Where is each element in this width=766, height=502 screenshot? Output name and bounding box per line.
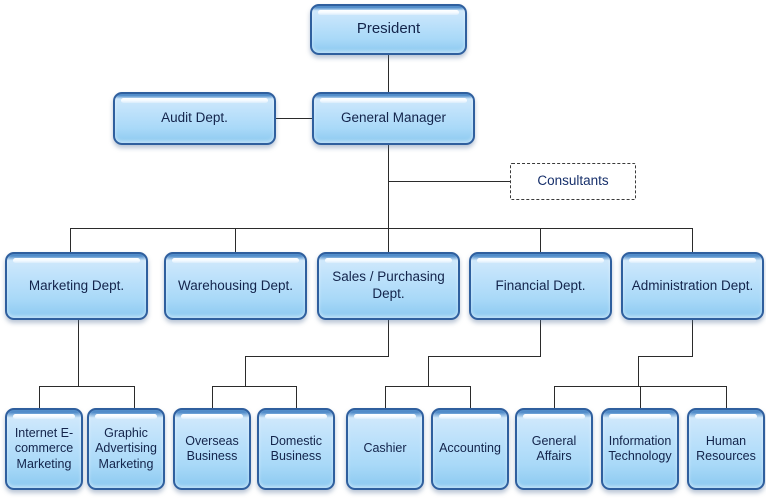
node-audit-dept-label: Audit Dept. xyxy=(161,110,228,126)
connector-drop-marketing-dept xyxy=(70,228,71,253)
connector-drop-internet-ecommerce-marketing xyxy=(39,386,40,408)
node-consultants[interactable]: Consultants xyxy=(510,163,636,200)
node-general-affairs-label: General Affairs xyxy=(531,433,577,464)
connector-sales-purchasing-dept-drop xyxy=(245,356,246,386)
connector-drop-general-affairs xyxy=(554,386,555,408)
node-human-resources[interactable]: Human Resources xyxy=(687,408,765,490)
node-sales-purchasing-dept-label: Sales / Purchasing Dept. xyxy=(332,269,445,301)
node-warehousing-dept-label: Warehousing Dept. xyxy=(177,277,294,293)
org-chart: President Audit Dept. General Manager Co… xyxy=(0,0,766,502)
node-information-technology[interactable]: Information Technology xyxy=(601,408,679,490)
connector-drop-warehousing-dept xyxy=(235,228,236,253)
connector-general-manager-to-audit-dept xyxy=(276,118,312,119)
connector-sales-purchasing-dept-stem xyxy=(388,320,389,356)
node-warehousing-dept[interactable]: Warehousing Dept. xyxy=(164,252,307,320)
node-sales-purchasing-dept[interactable]: Sales / Purchasing Dept. xyxy=(317,252,460,320)
node-consultants-label: Consultants xyxy=(537,173,609,189)
connector-sales-section-bus xyxy=(212,386,297,387)
node-financial-dept-label: Financial Dept. xyxy=(495,277,586,293)
connector-financial-dept-stem xyxy=(540,320,541,356)
connector-administration-dept-drop xyxy=(638,356,639,386)
connector-drop-human-resources xyxy=(726,386,727,408)
node-president-label: President xyxy=(356,20,421,38)
connector-financial-section-bus xyxy=(385,386,470,387)
node-administration-dept[interactable]: Administration Dept. xyxy=(621,252,764,320)
node-cashier-label: Cashier xyxy=(363,441,407,456)
connector-general-manager-to-consultants xyxy=(388,181,510,182)
connector-drop-administration-dept xyxy=(692,228,693,253)
node-human-resources-label: Human Resources xyxy=(696,433,756,464)
node-domestic-business[interactable]: Domestic Business xyxy=(257,408,335,490)
node-graphic-advertising-marketing[interactable]: Graphic Advertising Marketing xyxy=(87,408,165,490)
node-overseas-business-label: Overseas Business xyxy=(185,433,239,464)
connector-drop-cashier xyxy=(385,386,386,408)
node-general-affairs[interactable]: General Affairs xyxy=(515,408,593,490)
connector-drop-information-technology xyxy=(640,386,641,408)
node-accounting[interactable]: Accounting xyxy=(431,408,509,490)
node-internet-ecommerce-marketing[interactable]: Internet E-commerce Marketing xyxy=(5,408,83,490)
node-accounting-label: Accounting xyxy=(439,441,501,456)
connector-drop-domestic-business xyxy=(296,386,297,408)
connector-financial-dept-jog xyxy=(428,356,541,357)
node-cashier[interactable]: Cashier xyxy=(346,408,424,490)
node-graphic-advertising-marketing-label: Graphic Advertising Marketing xyxy=(95,425,157,471)
connector-general-manager-trunk xyxy=(388,145,389,228)
connector-marketing-dept-stem xyxy=(78,320,79,386)
connector-sales-purchasing-dept-jog xyxy=(245,356,389,357)
connector-drop-financial-dept xyxy=(540,228,541,253)
connector-drop-accounting xyxy=(470,386,471,408)
node-financial-dept[interactable]: Financial Dept. xyxy=(469,252,612,320)
node-internet-ecommerce-marketing-label: Internet E-commerce Marketing xyxy=(14,425,74,471)
node-administration-dept-label: Administration Dept. xyxy=(631,277,754,293)
node-domestic-business-label: Domestic Business xyxy=(269,433,323,464)
node-general-manager[interactable]: General Manager xyxy=(312,92,475,145)
connector-marketing-section-bus xyxy=(39,386,134,387)
node-information-technology-label: Information Technology xyxy=(608,433,672,464)
node-general-manager-label: General Manager xyxy=(340,110,447,126)
node-president[interactable]: President xyxy=(310,4,467,55)
connector-financial-dept-drop xyxy=(428,356,429,386)
connector-drop-overseas-business xyxy=(212,386,213,408)
connector-department-bus xyxy=(70,228,692,229)
node-marketing-dept[interactable]: Marketing Dept. xyxy=(5,252,148,320)
connector-administration-dept-jog xyxy=(638,356,693,357)
connector-drop-graphic-advertising-marketing xyxy=(134,386,135,408)
connector-drop-sales-purchasing-dept xyxy=(388,228,389,253)
connector-administration-dept-stem xyxy=(692,320,693,356)
node-audit-dept[interactable]: Audit Dept. xyxy=(113,92,276,145)
node-overseas-business[interactable]: Overseas Business xyxy=(173,408,251,490)
connector-president-to-general-manager xyxy=(388,55,389,92)
node-marketing-dept-label: Marketing Dept. xyxy=(28,277,125,293)
